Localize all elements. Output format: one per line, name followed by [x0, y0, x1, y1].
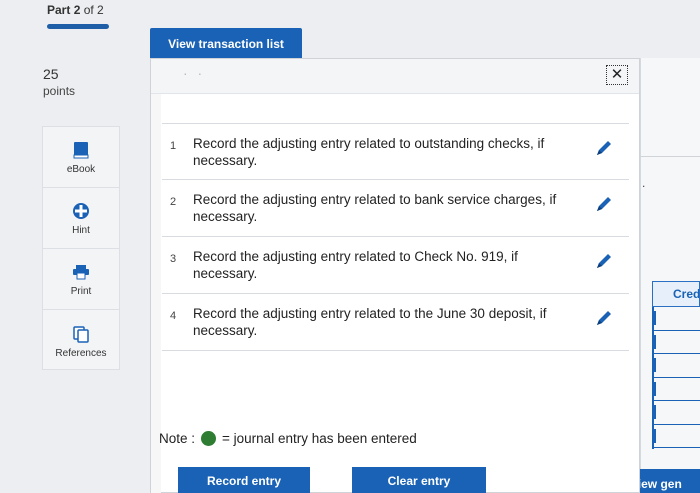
credit-cell[interactable]: [654, 378, 700, 401]
points-value: 25: [43, 66, 59, 82]
transaction-list-modal: · · ✕ 1 Record the adjusting entry relat…: [150, 58, 640, 493]
print-icon: [72, 261, 90, 283]
pencil-icon[interactable]: [592, 306, 616, 330]
points-label: points: [43, 84, 76, 98]
tools-panel: eBook Hint Print References: [42, 126, 120, 370]
entry-list: 1 Record the adjusting entry related to …: [162, 123, 629, 351]
note-legend: Note : = journal entry has been entered: [159, 431, 417, 446]
entry-number: 2: [170, 196, 177, 208]
credit-column: [652, 307, 700, 449]
part-indicator: Part 2 of 2: [47, 3, 104, 17]
print-button[interactable]: Print: [43, 249, 119, 310]
ebook-label: eBook: [66, 164, 96, 175]
pencil-icon[interactable]: [592, 192, 616, 216]
list-item[interactable]: 2 Record the adjusting entry related to …: [162, 180, 629, 237]
hint-button[interactable]: Hint: [43, 188, 119, 249]
drag-handle[interactable]: · ·: [183, 65, 205, 81]
entry-description: Record the adjusting entry related to ba…: [193, 192, 557, 224]
ebook-button[interactable]: eBook: [43, 127, 119, 188]
divider: [640, 156, 700, 157]
close-icon[interactable]: ✕: [606, 65, 628, 85]
entry-description: Record the adjusting entry related to Ch…: [193, 249, 518, 281]
entry-number: 4: [170, 310, 177, 322]
credit-cell[interactable]: [654, 401, 700, 425]
pencil-icon[interactable]: [592, 136, 616, 160]
entry-number: 1: [170, 140, 177, 152]
hint-label: Hint: [72, 225, 90, 236]
entry-description: Record the adjusting entry related to th…: [193, 306, 547, 338]
credit-cell[interactable]: [654, 354, 700, 378]
part-progress-bar: [47, 24, 109, 29]
entered-status-icon: [201, 431, 217, 446]
background-mark: .: [642, 176, 646, 190]
credit-cell[interactable]: [654, 425, 700, 448]
pencil-icon[interactable]: [592, 249, 616, 273]
credit-cell[interactable]: [654, 331, 700, 354]
list-item[interactable]: 4 Record the adjusting entry related to …: [162, 294, 629, 351]
part-total: of 2: [83, 3, 104, 17]
entry-number: 3: [170, 253, 177, 265]
list-item[interactable]: 1 Record the adjusting entry related to …: [162, 123, 629, 180]
entry-description: Record the adjusting entry related to ou…: [193, 136, 545, 168]
note-label: Note :: [159, 431, 196, 446]
modal-header: · · ✕: [151, 59, 639, 94]
credit-column-header: Cred: [652, 281, 700, 307]
record-entry-button[interactable]: Record entry: [178, 467, 310, 493]
references-icon: [72, 323, 90, 345]
part-number: 2: [73, 3, 81, 17]
list-item[interactable]: 3 Record the adjusting entry related to …: [162, 237, 629, 294]
credit-cell[interactable]: [654, 307, 700, 331]
hint-icon: [72, 200, 90, 222]
print-label: Print: [70, 286, 92, 297]
references-label: References: [55, 347, 107, 359]
note-text: = journal entry has been entered: [222, 431, 417, 446]
book-icon: [73, 139, 89, 161]
part-label: Part: [47, 3, 71, 17]
references-button[interactable]: References: [43, 310, 119, 371]
view-transaction-list-button[interactable]: View transaction list: [150, 28, 302, 59]
clear-entry-button[interactable]: Clear entry: [352, 467, 486, 493]
